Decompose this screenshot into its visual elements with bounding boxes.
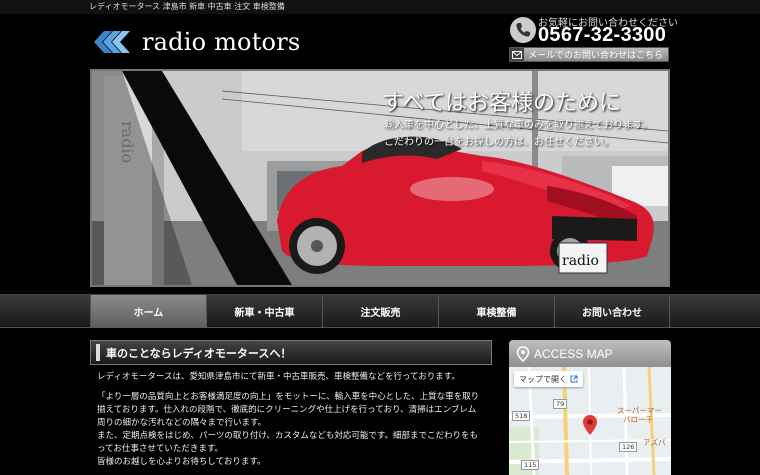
heading-accent-bar [96, 344, 100, 361]
logo-text: radio motors [142, 28, 301, 56]
map-poi-label: アズパ [643, 438, 666, 447]
nav-new-used-cars[interactable]: 新車・中古車 [206, 295, 322, 328]
top-seo-bar: レディオモータース 津島市 新車 中古車 注文 車検整備 [0, 0, 760, 14]
open-in-maps-button[interactable]: マップで開く [514, 371, 583, 387]
location-pin-icon [516, 345, 530, 362]
nav-custom-order[interactable]: 注文販売 [322, 295, 438, 328]
closing-paragraph: 皆様のお越しを心よりお待ちしております。 [97, 457, 266, 467]
license-plate-text: radio [562, 253, 599, 269]
map-poi-label: バロー千 [623, 415, 653, 424]
phone-number[interactable]: 0567-32-3300 [538, 24, 666, 47]
road-number: 115 [521, 460, 540, 470]
map-header: ACCESS MAP [509, 340, 671, 367]
chevron-logo-icon [94, 31, 130, 53]
hero-banner: radio radio すべてはお客様のために 輸入車を中心とした、上質な車のみ… [90, 69, 670, 287]
nav-contact[interactable]: お問い合わせ [554, 295, 670, 328]
hero-subtitle: 輸入車を中心とした、上質な車のみを取り揃えております。 こだわりの一台をお探しの… [384, 117, 652, 151]
nav-home[interactable]: ホーム [90, 295, 206, 328]
mail-button-label: メールでのお問い合わせはこちら [528, 51, 664, 61]
seo-text: レディオモータース 津島市 新車 中古車 注文 車検整備 [89, 2, 285, 11]
hero-title: すべてはお客様のために [382, 91, 622, 116]
access-map-widget: ACCESS MAP マップで開く 79 518 126 115 スーパーマー … [509, 340, 671, 475]
hero-line: 輸入車を中心とした、上質な車のみを取り揃えております。 [384, 120, 653, 131]
mail-inquiry-button[interactable]: メールでのお問い合わせはこちら [509, 47, 669, 62]
road-number: 79 [553, 399, 568, 409]
phone-icon [510, 17, 536, 43]
intro-paragraph: レディオモータースは、愛知県津島市にて新車・中古車販売、車検整備などを行っており… [97, 372, 460, 382]
map-marker-icon[interactable] [582, 414, 598, 436]
road-number: 126 [619, 442, 638, 452]
embedded-map[interactable]: マップで開く 79 518 126 115 スーパーマー バロー千 アズパ [509, 367, 671, 475]
main-nav: ホーム 新車・中古車 注文販売 車検整備 お問い合わせ [0, 294, 760, 328]
quality-paragraph: 「より一層の品質向上とお客様満足度の向上」をモットーに、輸入車を中心とした、上質… [97, 392, 480, 429]
heading-text: 車のことならレディオモータースへ！ [106, 346, 292, 360]
road-number: 518 [512, 411, 531, 421]
map-title: ACCESS MAP [534, 346, 613, 361]
service-paragraph: また、定期点検をはじめ、パーツの取り付け、カスタムなども対応可能です。細部までこ… [97, 431, 479, 455]
site-logo[interactable]: radio motors [94, 26, 300, 58]
hero-line: こだわりの一台をお探しの方は、お任せください。 [384, 137, 614, 148]
external-link-icon [570, 375, 578, 383]
section-heading: 車のことならレディオモータースへ！ [90, 340, 492, 365]
envelope-icon [510, 48, 524, 61]
nav-inspection[interactable]: 車検整備 [438, 295, 554, 328]
